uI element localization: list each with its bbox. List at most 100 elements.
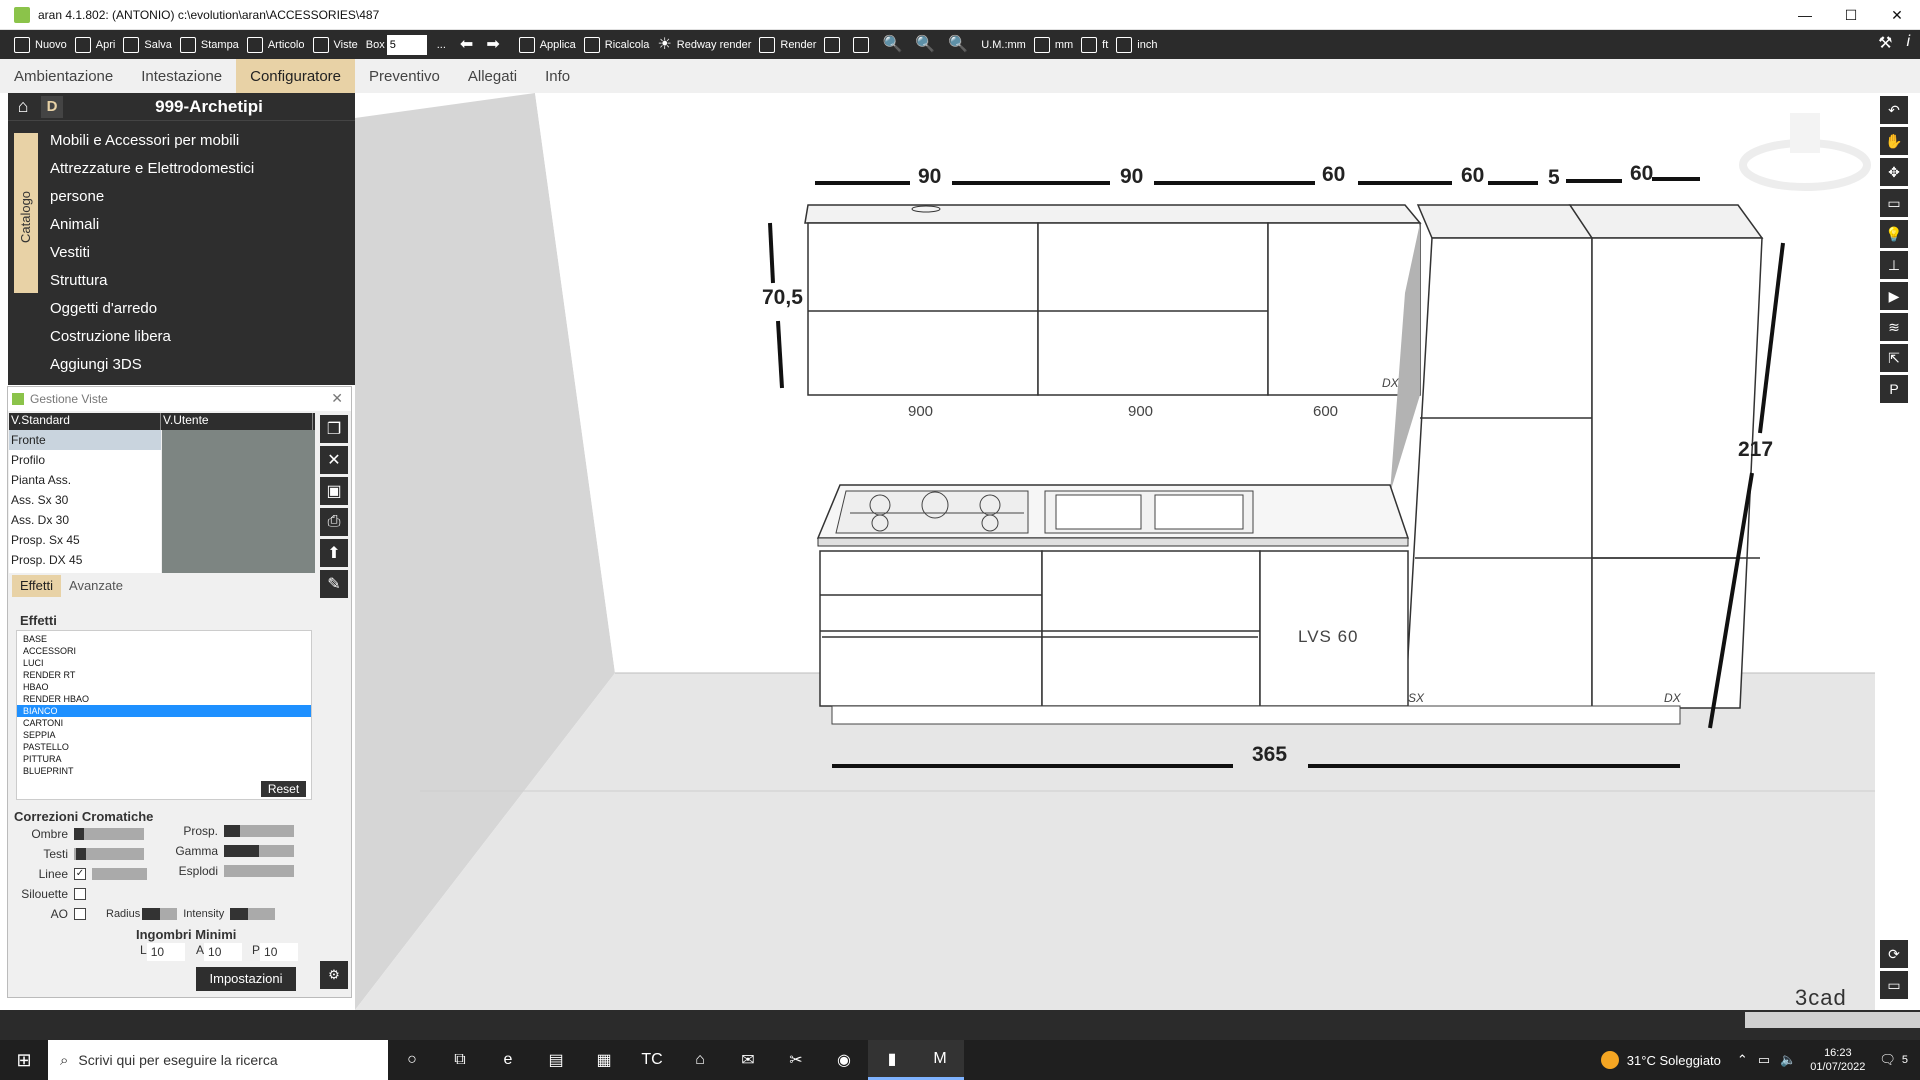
task-view-icon[interactable]: ⧉ (436, 1040, 484, 1080)
effect-item[interactable]: SEPPIA (17, 729, 311, 741)
tab-allegati[interactable]: Allegati (454, 59, 531, 93)
catalog-item[interactable]: Vestiti (50, 239, 254, 267)
zoom-button[interactable]: 🔍 (915, 33, 940, 57)
minimize-button[interactable]: — (1782, 0, 1828, 30)
effect-item[interactable]: PASTELLO (17, 741, 311, 753)
tab-configuratore[interactable]: Configuratore (236, 59, 356, 93)
ombre-slider[interactable] (74, 828, 144, 840)
catalog-item[interactable]: Oggetti d'arredo (50, 295, 254, 323)
ingombri-a-input[interactable]: 10 (204, 943, 243, 961)
frame-button[interactable] (853, 33, 874, 57)
file-explorer-icon[interactable]: ▤ (532, 1040, 580, 1080)
horizontal-scrollbar[interactable] (1745, 1012, 1920, 1028)
effect-item[interactable]: HBAO (17, 681, 311, 693)
monitor-icon[interactable]: ▭ (1880, 971, 1908, 999)
volume-icon[interactable]: 🔈 (1780, 1052, 1796, 1068)
app-icon-tc[interactable]: TC (628, 1040, 676, 1080)
box-input[interactable] (386, 34, 427, 55)
more-button[interactable]: ... (437, 33, 446, 57)
clock[interactable]: 16:23 01/07/2022 (1810, 1046, 1865, 1074)
notifications-icon[interactable]: 🗨 (1879, 1052, 1896, 1068)
export-view-icon[interactable]: ⬆ (320, 539, 348, 567)
effect-item[interactable]: PITTURA (17, 753, 311, 765)
new-button[interactable]: Nuovo (14, 33, 67, 57)
silouette-checkbox[interactable] (74, 888, 86, 900)
redway-render-button[interactable]: ☀ Redway render (657, 33, 751, 57)
views-button[interactable]: Viste (312, 33, 358, 57)
delete-view-icon[interactable]: ✕ (320, 446, 348, 474)
tab-effetti[interactable]: Effetti (12, 575, 62, 597)
view-item[interactable]: Profilo (9, 450, 161, 470)
prosp-slider[interactable] (224, 825, 294, 837)
view-item[interactable]: Prosp. DX 45 (9, 550, 161, 570)
intensity-slider[interactable] (230, 908, 276, 920)
undo-icon[interactable]: ↶ (1880, 96, 1908, 124)
close-button[interactable]: ✕ (1874, 0, 1920, 30)
dimension-icon[interactable]: ⊥ (1880, 251, 1908, 279)
snipping-icon[interactable]: ✂ (772, 1040, 820, 1080)
esplodi-slider[interactable] (224, 865, 294, 877)
reset-button[interactable]: Reset (261, 781, 306, 797)
radius-slider[interactable] (142, 908, 178, 920)
settings-icon[interactable]: ⚙ (320, 961, 348, 989)
save-view-icon[interactable]: ▣ (320, 477, 348, 505)
linee-checkbox[interactable]: ✓ (74, 868, 86, 880)
effect-item[interactable]: CARTONI (17, 717, 311, 729)
testi-slider[interactable] (74, 848, 144, 860)
move-icon[interactable]: ✥ (1880, 158, 1908, 186)
effect-item[interactable]: RENDER RT (17, 669, 311, 681)
effect-item[interactable]: ACCESSORI (17, 645, 311, 657)
catalog-item[interactable]: Animali (50, 211, 254, 239)
linee-slider[interactable] (92, 868, 147, 880)
maximize-button[interactable]: ☐ (1828, 0, 1874, 30)
article-button[interactable]: Articolo (246, 33, 305, 57)
back-button[interactable]: ⬅ (460, 33, 478, 57)
taskbar-search[interactable]: ⌕ Scrivi qui per eseguire la ricerca (48, 1040, 388, 1080)
catalog-item[interactable]: Costruzione libera (50, 323, 254, 351)
home-icon[interactable]: ⌂ (8, 93, 38, 121)
aran-app-icon[interactable]: ▮ (868, 1040, 916, 1080)
catalog-item[interactable]: Attrezzature e Elettrodomestici (50, 155, 254, 183)
windows-start-icon[interactable]: ⊞ (0, 1040, 48, 1080)
unit-inch-button[interactable]: inch (1116, 33, 1157, 57)
effect-item[interactable]: BIANCO (17, 705, 311, 717)
save-button[interactable]: Salva (123, 33, 172, 57)
cortana-icon[interactable]: ○ (388, 1040, 436, 1080)
catalog-item[interactable]: Aggiungi 3DS (50, 351, 254, 379)
chevron-up-icon[interactable]: ⌃ (1737, 1052, 1748, 1068)
layers-icon[interactable]: ≋ (1880, 313, 1908, 341)
effect-item[interactable]: BASE (17, 633, 311, 645)
catalog-item[interactable]: Mobili e Accessori per mobili (50, 127, 254, 155)
ao-checkbox[interactable] (74, 908, 86, 920)
catalog-side-tab[interactable]: Catalogo (14, 133, 38, 293)
mail-icon[interactable]: ✉ (724, 1040, 772, 1080)
tab-avanzate[interactable]: Avanzate (61, 575, 131, 597)
view-item[interactable]: Ass. Dx 30 (9, 510, 161, 530)
view-item[interactable]: Ass. Sx 30 (9, 490, 161, 510)
gamma-slider[interactable] (224, 845, 294, 857)
export-icon[interactable]: ⇱ (1880, 344, 1908, 372)
p-icon[interactable]: P (1880, 375, 1908, 403)
recalculate-button[interactable]: Ricalcola (583, 33, 649, 57)
weather-widget[interactable]: 31°C Soleggiato (1600, 1051, 1721, 1069)
open-button[interactable]: Apri (74, 33, 115, 57)
effect-item[interactable]: BLUEPRINT (17, 765, 311, 777)
ingombri-p-input[interactable]: 10 (260, 943, 299, 961)
zoom-out-button[interactable]: 🔍 (948, 33, 973, 57)
chrome-icon[interactable]: ◉ (820, 1040, 868, 1080)
tab-info[interactable]: Info (531, 59, 584, 93)
unit-ft-button[interactable]: ft (1081, 33, 1108, 57)
d-button[interactable]: D (41, 95, 63, 118)
zoom-in-button[interactable]: 🔍 (882, 33, 907, 57)
info-icon[interactable]: i (1906, 33, 1910, 53)
ingombri-l-input[interactable]: 10 (146, 943, 185, 961)
print-button[interactable]: Stampa (179, 33, 239, 57)
measure-icon[interactable]: ▭ (1880, 189, 1908, 217)
network-icon[interactable]: ▭ (1758, 1052, 1770, 1068)
tools-icon[interactable]: ⚒ (1878, 33, 1892, 53)
effect-item[interactable]: LUCI (17, 657, 311, 669)
render-button[interactable]: Render (759, 33, 816, 57)
tab-ambientazione[interactable]: Ambientazione (0, 59, 127, 93)
settings-button[interactable]: Impostazioni (196, 967, 296, 991)
unit-mm-button[interactable]: mm (1033, 33, 1073, 57)
